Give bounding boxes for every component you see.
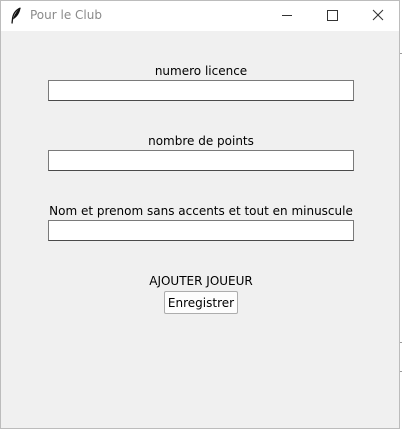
maximize-button[interactable] — [310, 1, 356, 31]
licence-input[interactable] — [48, 80, 354, 101]
window-title: Pour le Club — [30, 8, 102, 22]
name-label: Nom et prenom sans accents et tout en mi… — [49, 204, 353, 218]
add-player-heading: AJOUTER JOUEUR — [149, 274, 253, 288]
points-label: nombre de points — [148, 134, 254, 148]
points-input[interactable] — [48, 150, 354, 171]
maximize-icon — [327, 10, 338, 21]
minimize-button[interactable] — [264, 1, 310, 31]
feather-icon — [10, 7, 22, 25]
save-button[interactable]: Enregistrer — [164, 291, 238, 314]
minimize-icon — [282, 15, 292, 16]
app-window: Pour le Club numero licence nombre de po… — [0, 0, 400, 429]
title-bar[interactable]: Pour le Club — [1, 1, 399, 31]
close-button[interactable] — [355, 1, 401, 31]
licence-label: numero licence — [154, 64, 248, 78]
close-icon — [372, 9, 384, 21]
name-input[interactable] — [48, 220, 354, 241]
